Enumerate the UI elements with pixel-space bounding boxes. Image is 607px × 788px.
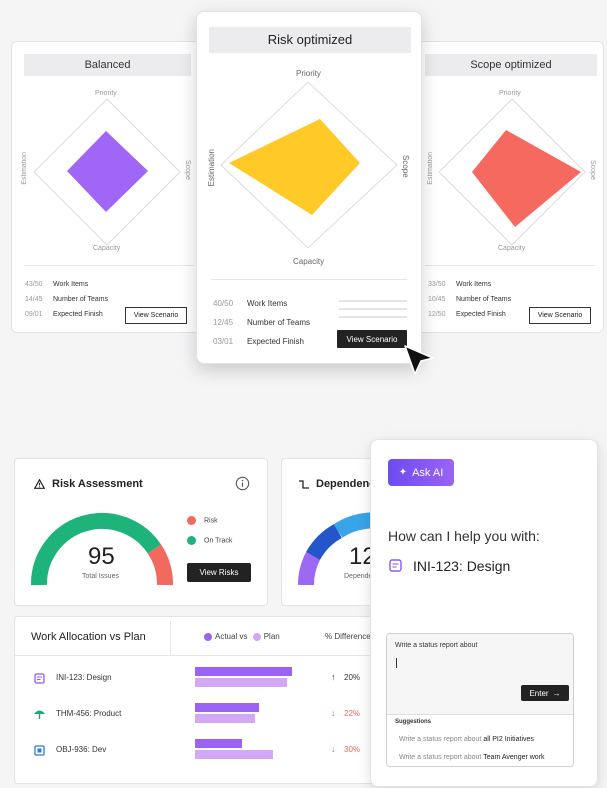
axis-label-top: Priority [296, 69, 321, 78]
row-name: INI-123: Design [56, 673, 112, 682]
legend-actual: Actual vs Plan [204, 632, 280, 641]
scenario-stats: 33/50 Work Items 10/45 Number of Teams 12/… [428, 281, 512, 318]
scenario-card-balanced: Balanced Priority Capacity Estimation Sc… [11, 41, 207, 333]
axis-label-top: Priority [95, 90, 117, 97]
actual-bar [195, 703, 259, 712]
difference-value: 30% [344, 745, 361, 754]
axis-label-left: Estimation [21, 152, 28, 185]
risk-assessment-card: Risk Assessment 95 Total Issues Risk On … [14, 458, 268, 606]
scenario-title: Risk optimized [209, 27, 411, 53]
actual-bar [195, 667, 292, 676]
theme-icon [34, 710, 45, 719]
arrow-down-icon: ↓ [331, 708, 336, 718]
view-scenario-button[interactable]: View Scenario [337, 330, 407, 348]
scenario-title: Scope optimized [425, 54, 597, 76]
radar-chart [438, 98, 586, 246]
allocation-title: Work Allocation vs Plan [31, 631, 146, 643]
arrow-right-icon: → [552, 688, 561, 698]
axis-label-left: Estimation [427, 152, 434, 185]
difference-header: % Difference [325, 632, 371, 641]
radar-chart [220, 81, 398, 249]
actual-bar [195, 739, 242, 748]
scenario-card-scope-optimized: Scope optimized Priority Capacity Estima… [410, 41, 604, 333]
table-row[interactable]: OBJ-936: Dev ↓ 30% [15, 733, 395, 769]
axis-label-right: Scope [184, 160, 191, 180]
difference-value: 22% [344, 709, 361, 718]
legend-item-on-track: On Track [187, 536, 232, 545]
ai-context-item: INI-123: Design [413, 558, 511, 574]
warning-icon [34, 479, 45, 489]
suggestion-item[interactable]: Write a status report about Team Avenger… [399, 754, 545, 761]
table-row[interactable]: INI-123: Design ↑ 20% [15, 661, 395, 697]
work-allocation-card: Work Allocation vs Plan Actual vs Plan %… [14, 616, 399, 784]
axis-label-top: Priority [499, 90, 521, 97]
table-row[interactable]: THM-456: Product ↓ 22% [15, 697, 395, 733]
difference-value: 20% [344, 673, 361, 682]
scenario-stats: 43/50 Work Items 14/45 Number of Teams 09/… [25, 281, 109, 318]
plan-bar [195, 750, 273, 759]
axis-label-right: Scope [401, 155, 410, 178]
radar-chart [33, 98, 181, 246]
placeholder-line [339, 300, 407, 302]
legend-plan: Plan [263, 632, 280, 641]
suggestion-item[interactable]: Write a status report about all PI2 Init… [399, 736, 534, 743]
initiative-icon [389, 559, 402, 572]
row-name: THM-456: Product [56, 709, 122, 718]
initiative-icon [34, 673, 45, 684]
risk-total-label: Total Issues [82, 573, 119, 580]
view-risks-button[interactable]: View Risks [187, 563, 251, 582]
radar-shape [229, 119, 360, 215]
legend-item-risk: Risk [187, 516, 218, 525]
view-scenario-button[interactable]: View Scenario [529, 307, 591, 324]
ai-prompt: How can I help you with: [388, 528, 540, 544]
objective-icon [34, 745, 45, 756]
placeholder-line [339, 308, 407, 310]
scenario-card-risk-optimized: Risk optimized Priority Capacity Estimat… [196, 11, 422, 364]
plan-bar [195, 678, 287, 687]
placeholder-line [339, 316, 407, 318]
ask-ai-panel: ✦ Ask AI How can I help you with: INI-123… [370, 439, 598, 787]
info-icon[interactable] [235, 476, 250, 491]
dependencies-value-label: Depende [344, 573, 373, 580]
cursor-icon [404, 345, 434, 375]
risk-title: Risk Assessment [52, 478, 143, 490]
dependency-icon [299, 480, 309, 489]
dependencies-title: Dependenc [316, 478, 376, 490]
plan-bar [195, 714, 255, 723]
ask-ai-button[interactable]: ✦ Ask AI [388, 459, 454, 486]
status-report-box: Write a status report about Enter → Sugge… [386, 633, 574, 767]
axis-label-bottom: Capacity [293, 257, 325, 266]
status-report-input[interactable] [395, 656, 565, 672]
risk-total-value: 95 [88, 543, 115, 570]
suggestions-title: Suggestions [395, 719, 432, 725]
scenario-title: Balanced [24, 54, 191, 76]
view-scenario-button[interactable]: View Scenario [125, 307, 187, 324]
input-label: Write a status report about [395, 642, 478, 649]
axis-label-left: Estimation [207, 149, 216, 187]
arrow-down-icon: ↓ [331, 744, 336, 754]
enter-button[interactable]: Enter → [521, 685, 569, 701]
row-name: OBJ-936: Dev [56, 745, 107, 754]
sparkle-icon: ✦ [398, 467, 408, 478]
radar-shape [472, 130, 581, 227]
scenario-stats: 40/50 Work Items 12/45 Number of Teams 03/… [213, 299, 310, 346]
arrow-up-icon: ↑ [331, 672, 336, 682]
axis-label-right: Scope [589, 160, 596, 180]
radar-shape [67, 131, 148, 212]
